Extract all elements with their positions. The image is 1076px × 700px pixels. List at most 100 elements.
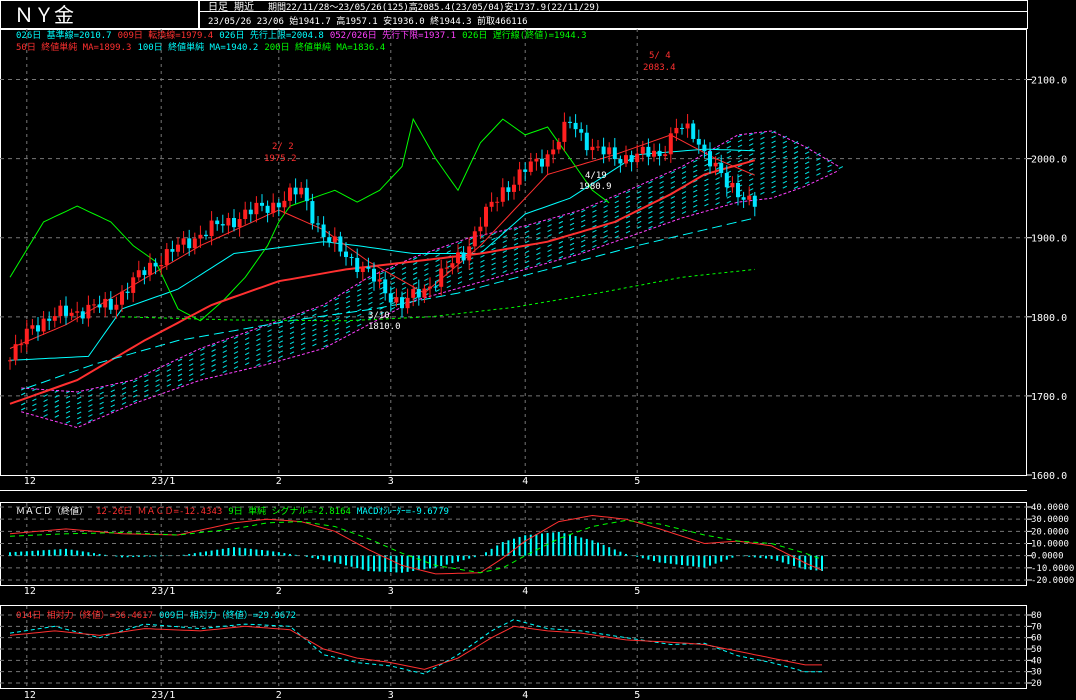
candle-body (478, 226, 483, 232)
cloud-hatch (771, 180, 776, 184)
candle-body (540, 158, 544, 167)
cloud-hatch (782, 145, 788, 149)
cloud-hatch (379, 301, 384, 305)
candle-body (416, 289, 421, 298)
cloud-hatch (457, 276, 463, 280)
candle-body (232, 217, 236, 228)
cloud-hatch (177, 373, 183, 377)
cloud-hatch (592, 244, 597, 248)
candle-body (500, 187, 505, 202)
cloud-hatch (614, 230, 620, 234)
candle-body (108, 298, 113, 310)
cloud-hatch (76, 406, 82, 410)
cloud-hatch (558, 230, 564, 234)
candle-body (456, 252, 460, 264)
cloud-hatch (211, 364, 216, 367)
candle-body (691, 123, 696, 139)
cloud-hatch (547, 244, 552, 247)
candle-body (136, 270, 141, 278)
cloud-hatch (670, 196, 676, 199)
cloud-hatch (771, 140, 776, 144)
cloud-hatch (267, 349, 272, 353)
candle-body (411, 289, 416, 298)
cloud-hatch (300, 327, 306, 331)
cloud-hatch (356, 293, 362, 297)
cloud-hatch (648, 195, 653, 199)
cloud-hatch (704, 178, 709, 182)
candle-body (243, 209, 248, 220)
candle-body (713, 162, 718, 167)
candle-body (321, 224, 326, 238)
cloud-hatch (648, 180, 653, 184)
cloud-hatch (300, 337, 306, 341)
cloud-hatch (200, 368, 205, 371)
cloud-hatch (804, 181, 810, 185)
cloud-hatch (43, 404, 48, 408)
cloud-hatch (132, 389, 138, 393)
cloud-hatch (614, 225, 620, 229)
candle-body (405, 297, 410, 309)
candle-body (674, 127, 679, 134)
cloud-hatch (547, 259, 552, 262)
candle-body (618, 159, 623, 164)
chikou-line (9, 117, 610, 322)
candle-body (344, 251, 348, 258)
cloud-hatch (726, 150, 732, 154)
cloud-hatch (513, 237, 519, 241)
cloud-hatch (692, 164, 698, 168)
candle-body (293, 187, 298, 195)
cloud-hatch (804, 161, 810, 165)
cloud-hatch (457, 281, 463, 285)
cloud-hatch (412, 282, 418, 285)
cloud-hatch (256, 358, 261, 362)
cloud-hatch (636, 185, 642, 189)
cloud-hatch (65, 420, 71, 424)
cloud-hatch (636, 200, 642, 204)
cloud-hatch (670, 176, 676, 179)
cloud-hatch (670, 206, 676, 209)
cloud-hatch (166, 383, 172, 387)
cloud-hatch (244, 357, 250, 361)
cloud-hatch (177, 363, 183, 367)
cloud-hatch (88, 389, 93, 393)
cloud-hatch (424, 268, 429, 271)
annotation-feb-date: 2/ 2 (272, 142, 294, 152)
cloud-hatch (670, 216, 676, 219)
cloud-hatch (155, 379, 160, 382)
cloud-hatch (99, 391, 104, 395)
candle-body (523, 169, 528, 172)
cloud-hatch (681, 176, 687, 179)
candle-body (461, 252, 466, 261)
cloud-hatch (804, 176, 810, 180)
candle-body (36, 325, 40, 332)
cloud-hatch (793, 186, 799, 189)
cloud-hatch (793, 161, 799, 164)
cloud-hatch (233, 346, 239, 350)
cloud-hatch (558, 245, 564, 249)
cloud-hatch (244, 337, 250, 341)
cloud-hatch (648, 215, 653, 219)
candle-body (327, 237, 332, 243)
cloud-hatch (513, 267, 519, 271)
cloud-hatch (76, 416, 82, 420)
cloud-hatch (233, 366, 239, 370)
candle-body (41, 318, 46, 332)
annotation-apr-date: 4/19 (585, 171, 607, 181)
cloud-hatch (65, 415, 71, 419)
cloud-hatch (692, 199, 698, 203)
cloud-hatch (446, 260, 452, 264)
cloud-hatch (468, 242, 474, 246)
candle-body (254, 202, 259, 215)
cloud-hatch (222, 370, 228, 373)
cloud-hatch (379, 286, 384, 290)
cloud-hatch (435, 284, 440, 288)
cloud-hatch (334, 297, 340, 301)
indicator-lines (9, 117, 756, 405)
cloud-hatch (267, 334, 272, 338)
legend-kijun: 026日 基準線=2010.7 (16, 29, 112, 41)
cloud-hatch (513, 262, 519, 266)
cloud-hatch (737, 179, 743, 183)
cloud-hatch (771, 165, 776, 169)
candle-body (724, 173, 729, 188)
cloud-hatch (267, 359, 272, 363)
